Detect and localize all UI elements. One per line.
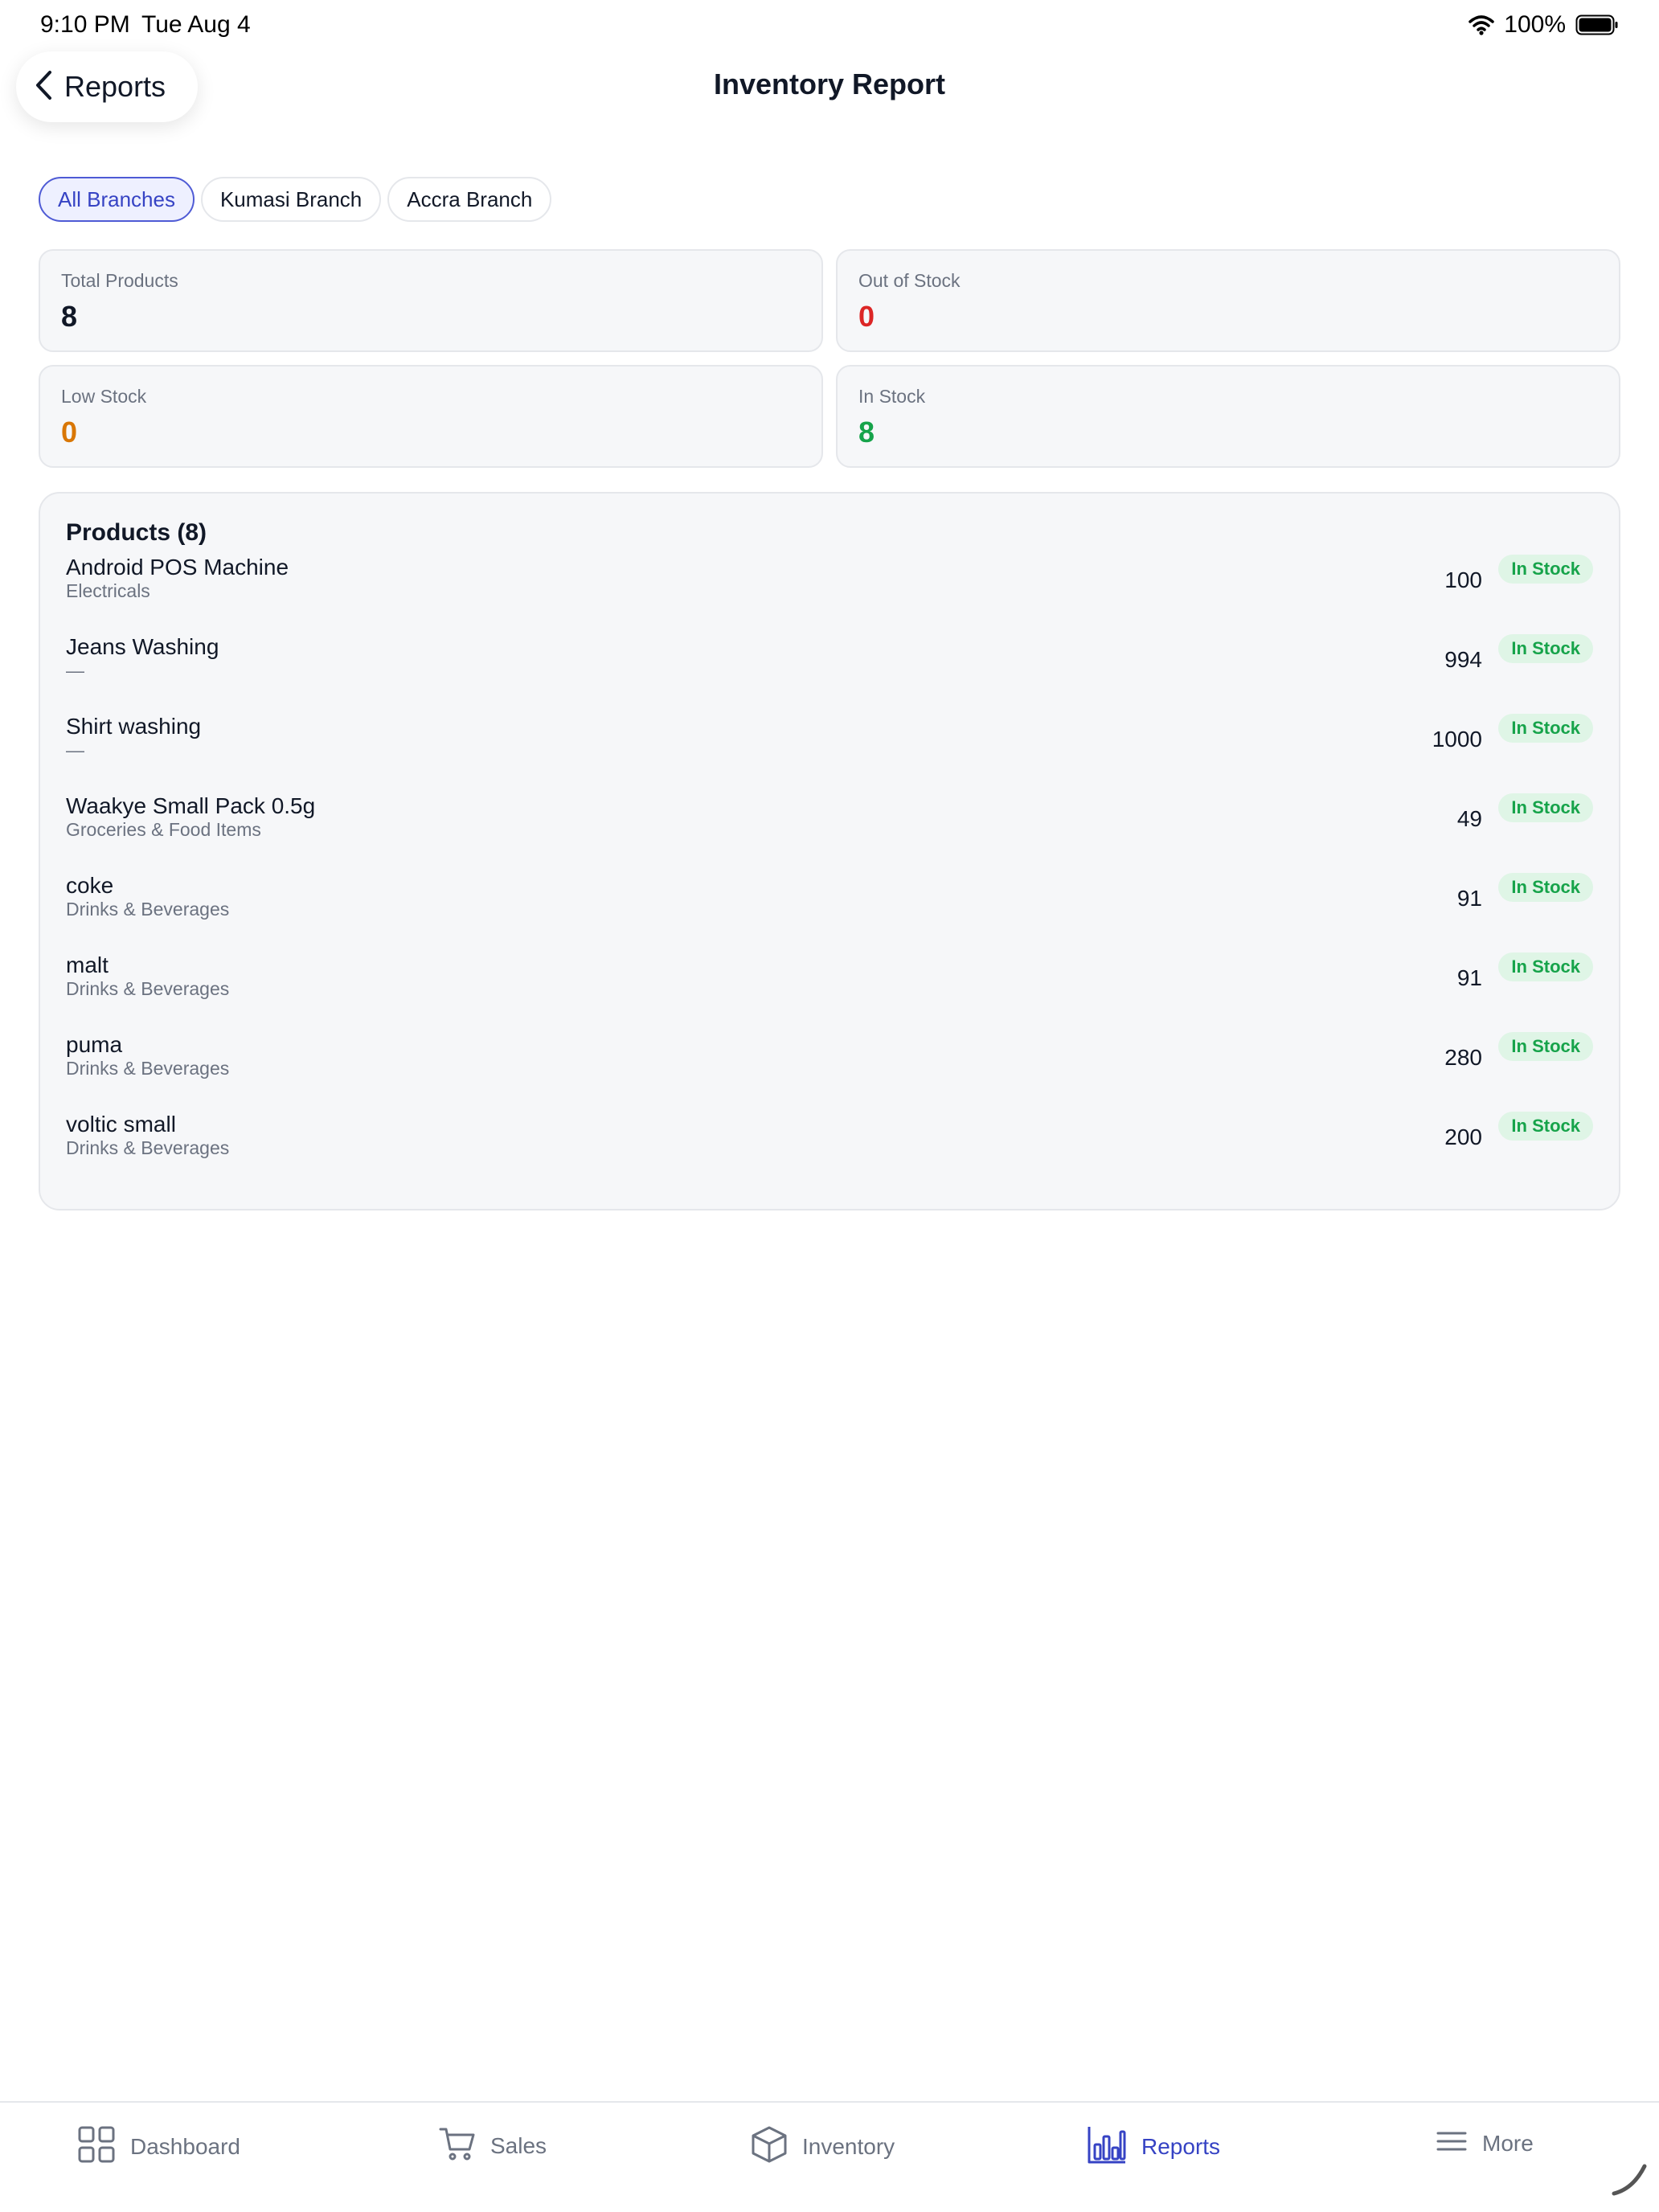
product-category: — xyxy=(66,660,84,681)
branch-filter: All Branches Kumasi Branch Accra Branch xyxy=(39,177,552,222)
product-quantity: 91 xyxy=(1456,965,1482,990)
product-name: Android POS Machine xyxy=(66,555,289,580)
product-name: voltic small xyxy=(66,1112,176,1137)
product-name: Waakye Small Pack 0.5g xyxy=(66,793,316,818)
tab-label: Dashboard xyxy=(130,2133,240,2159)
product-row[interactable]: Shirt washing — 1000 In Stock xyxy=(66,714,1593,793)
stat-card-total-products: Total Products 8 xyxy=(39,249,823,352)
product-category: Drinks & Beverages xyxy=(66,1058,230,1079)
product-row[interactable]: coke Drinks & Beverages 91 In Stock xyxy=(66,873,1593,952)
stat-value: 0 xyxy=(61,416,78,449)
dashboard-icon xyxy=(77,2125,116,2168)
stat-label: Total Products xyxy=(61,270,178,291)
product-category: Electricals xyxy=(66,580,150,601)
stat-value: 8 xyxy=(858,416,875,449)
cart-icon xyxy=(439,2125,476,2166)
product-row[interactable]: malt Drinks & Beverages 91 In Stock xyxy=(66,952,1593,1032)
product-quantity: 91 xyxy=(1456,886,1482,911)
product-row[interactable]: voltic small Drinks & Beverages 200 In S… xyxy=(66,1112,1593,1191)
product-quantity: 994 xyxy=(1444,647,1482,672)
products-title: Products (8) xyxy=(66,519,207,546)
product-name: Shirt washing xyxy=(66,714,202,739)
stat-label: Out of Stock xyxy=(858,270,961,291)
product-row[interactable]: Jeans Washing — 994 In Stock xyxy=(66,634,1593,714)
resize-handle-icon xyxy=(1609,2158,1649,2202)
branch-chip-kumasi[interactable]: Kumasi Branch xyxy=(200,177,382,222)
stat-value: 8 xyxy=(61,300,78,333)
product-quantity: 280 xyxy=(1444,1045,1482,1070)
battery-icon xyxy=(1575,14,1619,35)
product-category: — xyxy=(66,739,84,760)
branch-chip-all[interactable]: All Branches xyxy=(39,177,195,222)
bar-chart-icon xyxy=(1087,2125,1127,2168)
tab-bar: Dashboard Sales Inventory Reports More xyxy=(0,2101,1659,2212)
stat-label: Low Stock xyxy=(61,386,147,407)
page-title: Inventory Report xyxy=(713,68,946,100)
status-badge: In Stock xyxy=(1498,634,1593,663)
stat-card-low-stock: Low Stock 0 xyxy=(39,365,823,468)
status-indicators: 100% xyxy=(1469,11,1619,39)
product-name: malt xyxy=(66,952,109,977)
product-quantity: 100 xyxy=(1444,567,1482,592)
tab-label: Reports xyxy=(1141,2133,1221,2159)
status-badge: In Stock xyxy=(1498,1032,1593,1061)
product-category: Groceries & Food Items xyxy=(66,819,261,840)
stat-label: In Stock xyxy=(858,386,926,407)
status-bar: 9:10 PM Tue Aug 4 100% xyxy=(0,0,1659,51)
tab-label: Sales xyxy=(490,2132,547,2158)
status-badge: In Stock xyxy=(1498,555,1593,584)
tab-more[interactable]: More xyxy=(1436,2125,1534,2161)
products-panel: Products (8) Android POS Machine Electri… xyxy=(39,492,1620,1210)
stat-card-out-of-stock: Out of Stock 0 xyxy=(836,249,1620,352)
product-quantity: 200 xyxy=(1444,1124,1482,1149)
stat-value: 0 xyxy=(858,300,875,333)
status-time: 9:10 PM xyxy=(40,11,130,38)
product-category: Drinks & Beverages xyxy=(66,1137,230,1158)
product-category: Drinks & Beverages xyxy=(66,899,230,920)
battery-percent: 100% xyxy=(1504,11,1566,38)
branch-chip-accra[interactable]: Accra Branch xyxy=(387,177,552,222)
product-row[interactable]: Android POS Machine Electricals 100 In S… xyxy=(66,555,1593,634)
tab-sales[interactable]: Sales xyxy=(439,2125,547,2166)
box-icon xyxy=(751,2125,788,2168)
tab-label: More xyxy=(1482,2130,1534,2156)
product-row[interactable]: puma Drinks & Beverages 280 In Stock xyxy=(66,1032,1593,1112)
status-badge: In Stock xyxy=(1498,714,1593,743)
product-name: Jeans Washing xyxy=(66,634,219,659)
status-badge: In Stock xyxy=(1498,1112,1593,1141)
product-row[interactable]: Waakye Small Pack 0.5g Groceries & Food … xyxy=(66,793,1593,873)
status-badge: In Stock xyxy=(1498,793,1593,822)
stat-card-in-stock: In Stock 8 xyxy=(836,365,1620,468)
tab-dashboard[interactable]: Dashboard xyxy=(77,2125,240,2168)
product-category: Drinks & Beverages xyxy=(66,978,230,999)
status-badge: In Stock xyxy=(1498,873,1593,902)
product-quantity: 1000 xyxy=(1432,727,1482,752)
wifi-icon xyxy=(1469,14,1495,35)
tab-inventory[interactable]: Inventory xyxy=(751,2125,895,2168)
tab-label: Inventory xyxy=(802,2133,895,2159)
tab-reports[interactable]: Reports xyxy=(1087,2125,1220,2168)
menu-icon xyxy=(1436,2125,1468,2161)
status-date: Tue Aug 4 xyxy=(141,11,251,38)
product-name: coke xyxy=(66,873,114,898)
status-badge: In Stock xyxy=(1498,952,1593,981)
product-quantity: 49 xyxy=(1456,806,1482,831)
product-name: puma xyxy=(66,1032,123,1057)
